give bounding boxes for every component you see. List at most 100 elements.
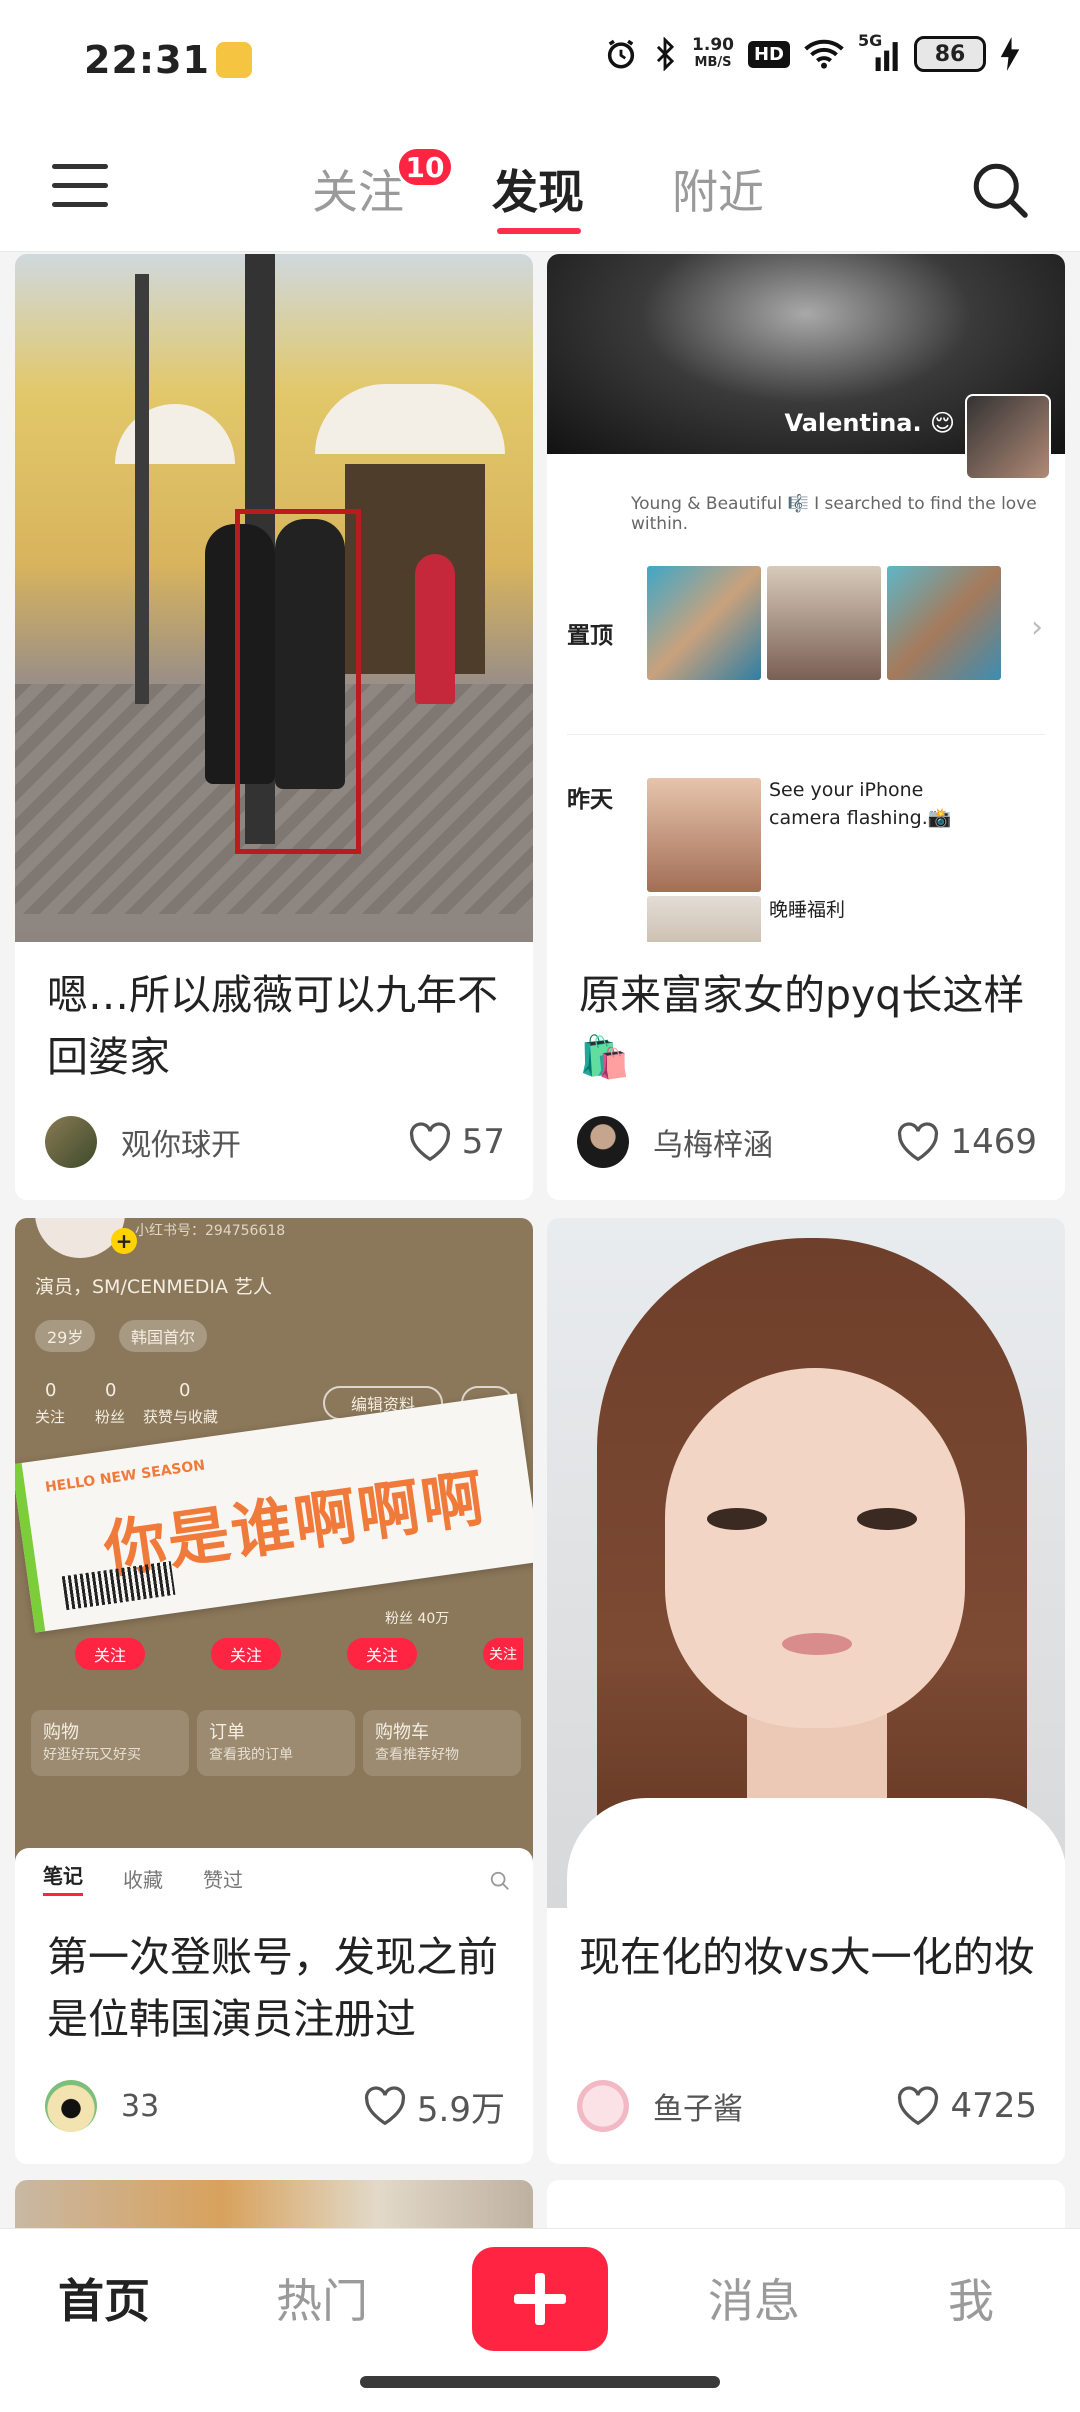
bluetooth-icon (656, 37, 675, 71)
feed-card[interactable]: 现在化的妆vs大一化的妆 鱼子酱 4725 (547, 1218, 1065, 2164)
tab-nearby[interactable]: 附近 (672, 156, 764, 222)
like-count: 5.9万 (416, 2089, 505, 2130)
like-count: 57 (461, 1122, 505, 1162)
card-image: Valentina. 😌 Young & Beautiful 🎼 I searc… (547, 254, 1065, 942)
heart-icon (364, 2086, 406, 2126)
card-title: 原来富家女的pyq长这样🛍️ (579, 971, 1025, 1081)
top-nav: 关注 10 发现 附近 (0, 120, 1080, 252)
like-count: 1469 (950, 1122, 1037, 1162)
region-pill: 韩国首尔 (119, 1320, 208, 1352)
profile-tabs: 笔记 收藏 赞过 (15, 1848, 533, 1908)
author-name[interactable]: 鱼子酱 (653, 2084, 896, 2128)
author-name[interactable]: 33 (121, 2089, 363, 2124)
follow-pill: 关注 (347, 1638, 417, 1670)
alarm-icon (607, 39, 635, 69)
stat-label: 获赞与收藏 (143, 1408, 219, 1426)
follow-label: 关注 (93, 1646, 126, 1665)
signal-icon: 5G (858, 31, 900, 71)
like-button[interactable]: 57 (408, 1122, 505, 1162)
author-name[interactable]: 观你球开 (121, 1120, 408, 1164)
tab-discover[interactable]: 发现 (492, 156, 584, 222)
battery-level: 86 (934, 41, 966, 67)
nav-me[interactable]: 我 (948, 2265, 994, 2331)
like-button[interactable]: 4725 (896, 2086, 1037, 2126)
post-caption: See your iPhone camera flashing.📸 (769, 779, 952, 829)
feed-card[interactable]: 小红书号：294756618 + 演员，SM/CENMEDIA 艺人 29岁 韩… (15, 1218, 533, 2164)
author-name[interactable]: 乌梅梓涵 (653, 1120, 896, 1164)
hd-badge: HD (747, 40, 790, 68)
status-time: 22:31 (84, 38, 210, 82)
home-indicator[interactable] (360, 2376, 720, 2388)
cart-box: 购物车 查看推荐好物 (363, 1710, 521, 1776)
heart-icon (898, 2086, 939, 2126)
stat-num: 0 (45, 1380, 57, 1401)
follow-pill: 关注 (75, 1638, 145, 1670)
card-title: 嗯…所以戚薇可以九年不回婆家 (47, 971, 498, 1081)
box-sub: 查看推荐好物 (375, 1747, 459, 1763)
active-tab-indicator (497, 228, 581, 234)
card-meta: 观你球开 57 (45, 1114, 505, 1170)
age-pill: 29岁 (35, 1320, 96, 1352)
avatar[interactable] (577, 2080, 629, 2132)
follow-label: 关注 (365, 1646, 398, 1665)
nav-home[interactable]: 首页 (58, 2265, 150, 2331)
card-image: 小红书号：294756618 + 演员，SM/CENMEDIA 艺人 29岁 韩… (15, 1218, 533, 1908)
follow-label: 关注 (229, 1646, 262, 1665)
stat-label: 粉丝 (95, 1408, 126, 1426)
barcode (61, 1561, 176, 1611)
battery-icon: 86 (914, 36, 986, 72)
heart-icon (409, 1122, 450, 1162)
box-title: 购物 (43, 1722, 79, 1743)
avatar[interactable] (45, 1116, 97, 1168)
xiaohongshu-app: 22:31 1.90 MB/S HD 5G 86 关注 10 发现 附近 嗯…所… (0, 0, 1080, 2412)
order-box: 订单 查看我的订单 (197, 1710, 355, 1776)
note-icon (216, 42, 252, 78)
menu-icon[interactable] (52, 164, 108, 208)
tab-follow[interactable]: 关注 (312, 156, 404, 222)
card-meta: 鱼子酱 4725 (577, 2078, 1037, 2134)
follow-badge: 10 (396, 146, 454, 188)
profile-name: Valentina. 😌 (784, 409, 955, 437)
publish-button[interactable] (472, 2247, 608, 2351)
yesterday-label: 昨天 (567, 787, 613, 813)
follow-pill: 关注 (211, 1638, 281, 1670)
search-icon[interactable] (970, 160, 1030, 220)
follow-label: 关注 (489, 1647, 517, 1663)
nav-hot[interactable]: 热门 (276, 2265, 368, 2331)
search-icon (490, 1871, 509, 1890)
stat-label: 关注 (35, 1408, 66, 1426)
follow-pill: 关注 (483, 1638, 523, 1670)
network-speed: 1.90 MB/S (692, 36, 734, 72)
like-button[interactable]: 5.9万 (363, 2082, 505, 2131)
fans-count: 粉丝 40万 (385, 1611, 450, 1627)
heart-icon (898, 1122, 939, 1162)
like-count: 4725 (950, 2086, 1037, 2126)
profile-avatar (965, 394, 1051, 480)
status-bar: 22:31 1.90 MB/S HD 5G 86 (0, 0, 1080, 120)
speed-unit: MB/S (694, 55, 732, 70)
profile-desc: 演员，SM/CENMEDIA 艺人 (35, 1276, 273, 1298)
like-button[interactable]: 1469 (896, 1122, 1037, 1162)
charging-icon (1000, 37, 1020, 71)
profile-bio: Young & Beautiful 🎼 I searched to find t… (631, 494, 1037, 534)
box-sub: 好逛好玩又好买 (43, 1747, 141, 1763)
card-image (15, 254, 533, 942)
speed-value: 1.90 (692, 35, 734, 55)
pinned-label: 置顶 (567, 623, 613, 649)
avatar[interactable] (577, 1116, 629, 1168)
tab-notes: 笔记 (43, 1860, 83, 1896)
stat-num: 0 (179, 1380, 191, 1401)
chevron-right-icon: › (1031, 610, 1043, 645)
nav-messages[interactable]: 消息 (708, 2265, 800, 2331)
card-title: 现在化的妆vs大一化的妆 (579, 1933, 1035, 1981)
feed-card[interactable]: Valentina. 😌 Young & Beautiful 🎼 I searc… (547, 254, 1065, 1200)
avatar[interactable] (45, 2080, 97, 2132)
status-icons: 1.90 MB/S HD 5G 86 (604, 31, 1020, 72)
box-sub: 查看我的订单 (209, 1747, 293, 1763)
tab-collect: 收藏 (123, 1867, 163, 1892)
sticker-ticket: HELLO NEW SEASON 你是谁啊啊啊 (15, 1393, 533, 1633)
box-title: 购物车 (375, 1722, 429, 1743)
feed-card[interactable]: 嗯…所以戚薇可以九年不回婆家 观你球开 57 (15, 254, 533, 1200)
tab-liked: 赞过 (203, 1867, 243, 1892)
card-title: 第一次登账号，发现之前是位韩国演员注册过 (47, 1933, 498, 2043)
